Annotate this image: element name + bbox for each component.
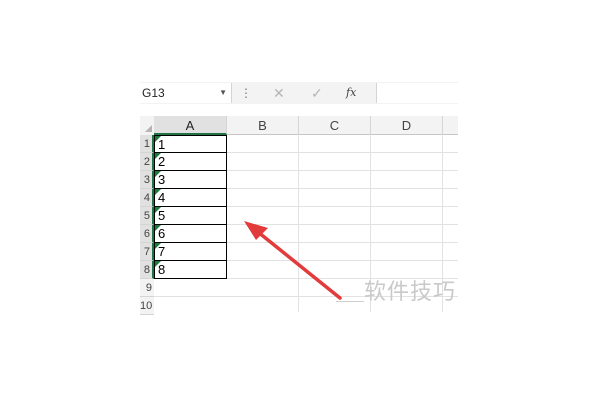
watermark: 软件技巧 [364,280,457,305]
arrow-shaft [256,230,342,300]
annotation-arrow [244,221,342,300]
watermark-line [336,301,364,302]
